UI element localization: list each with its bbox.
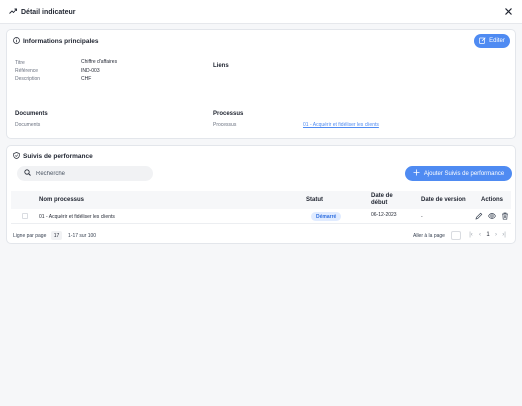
row-checkbox[interactable]	[22, 213, 28, 219]
edit-icon	[479, 36, 486, 46]
column-statut[interactable]: Statut	[306, 197, 323, 204]
row-date-debut: 06-12-2023	[371, 212, 397, 218]
column-date-debut[interactable]: Date de début	[371, 193, 401, 206]
info-card: Informations principales Editer Titre Ch…	[6, 29, 516, 139]
suivis-card-title: Suivis de performance	[13, 152, 93, 161]
processus-link[interactable]: 01 - Acquérir et fidéliser les clients	[303, 122, 379, 128]
field-label-description: Description	[15, 76, 41, 82]
prev-page-icon[interactable]: ‹	[477, 232, 483, 239]
documents-label: Documents	[15, 122, 41, 128]
page-title: Détail indicateur	[21, 8, 76, 16]
goto-page-input[interactable]	[451, 231, 461, 240]
field-label-titre: Titre	[15, 60, 25, 66]
column-actions: Actions	[481, 197, 504, 203]
plus-icon	[413, 169, 420, 178]
processus-label: Processus	[213, 122, 237, 128]
current-page: 1	[486, 232, 490, 238]
field-value-description: CHF	[81, 76, 92, 82]
field-value-titre: Chiffre d'affaires	[81, 59, 118, 65]
next-page-icon[interactable]: ›	[493, 232, 499, 239]
info-icon	[13, 37, 20, 46]
field-label-reference: Référence	[15, 68, 39, 74]
info-card-title: Informations principales	[13, 37, 99, 46]
first-page-icon[interactable]: |‹	[468, 232, 474, 239]
suivis-card: Suivis de performance Ajouter Suivis de …	[6, 145, 516, 244]
rows-per-page-label: Ligne par page	[13, 233, 47, 239]
dialog-header: Détail indicateur	[0, 0, 522, 24]
row-date-version: -	[421, 214, 423, 220]
pagination-range: 1-17 sur 100	[68, 233, 97, 239]
view-eye-icon[interactable]	[488, 212, 496, 220]
close-icon[interactable]	[504, 7, 513, 16]
trend-up-icon	[9, 8, 17, 16]
table-header: Nom processus Statut Date de début Date …	[11, 191, 511, 209]
search-input[interactable]	[36, 170, 136, 177]
last-page-icon[interactable]: ›|	[501, 232, 507, 239]
processus-title: Processus	[213, 111, 244, 117]
status-badge: Démarré	[311, 212, 342, 221]
column-nom-processus[interactable]: Nom processus	[39, 197, 84, 204]
row-nom-processus: 01 - Acquérir et fidéliser les clients	[39, 214, 115, 220]
liens-title: Liens	[213, 63, 229, 69]
dialog-title: Détail indicateur	[9, 8, 75, 16]
delete-trash-icon[interactable]	[501, 212, 509, 220]
goto-page-label: Aller à la page	[413, 233, 445, 239]
rows-per-page-select[interactable]: 17	[51, 231, 62, 240]
search-icon	[24, 169, 31, 178]
documents-title: Documents	[15, 111, 48, 117]
edit-button[interactable]: Editer	[474, 34, 510, 48]
column-date-version[interactable]: Date de version	[421, 197, 466, 204]
shield-icon	[13, 152, 20, 161]
field-value-reference: IND-003	[81, 68, 100, 74]
search-field[interactable]	[17, 166, 153, 181]
add-suivi-button[interactable]: Ajouter Suivis de performance	[405, 166, 512, 181]
pagination: Ligne par page 17 1-17 sur 100 Aller à l…	[7, 229, 517, 243]
table-row[interactable]: 01 - Acquérir et fidéliser les clients D…	[11, 209, 511, 224]
edit-pencil-icon[interactable]	[475, 212, 483, 220]
